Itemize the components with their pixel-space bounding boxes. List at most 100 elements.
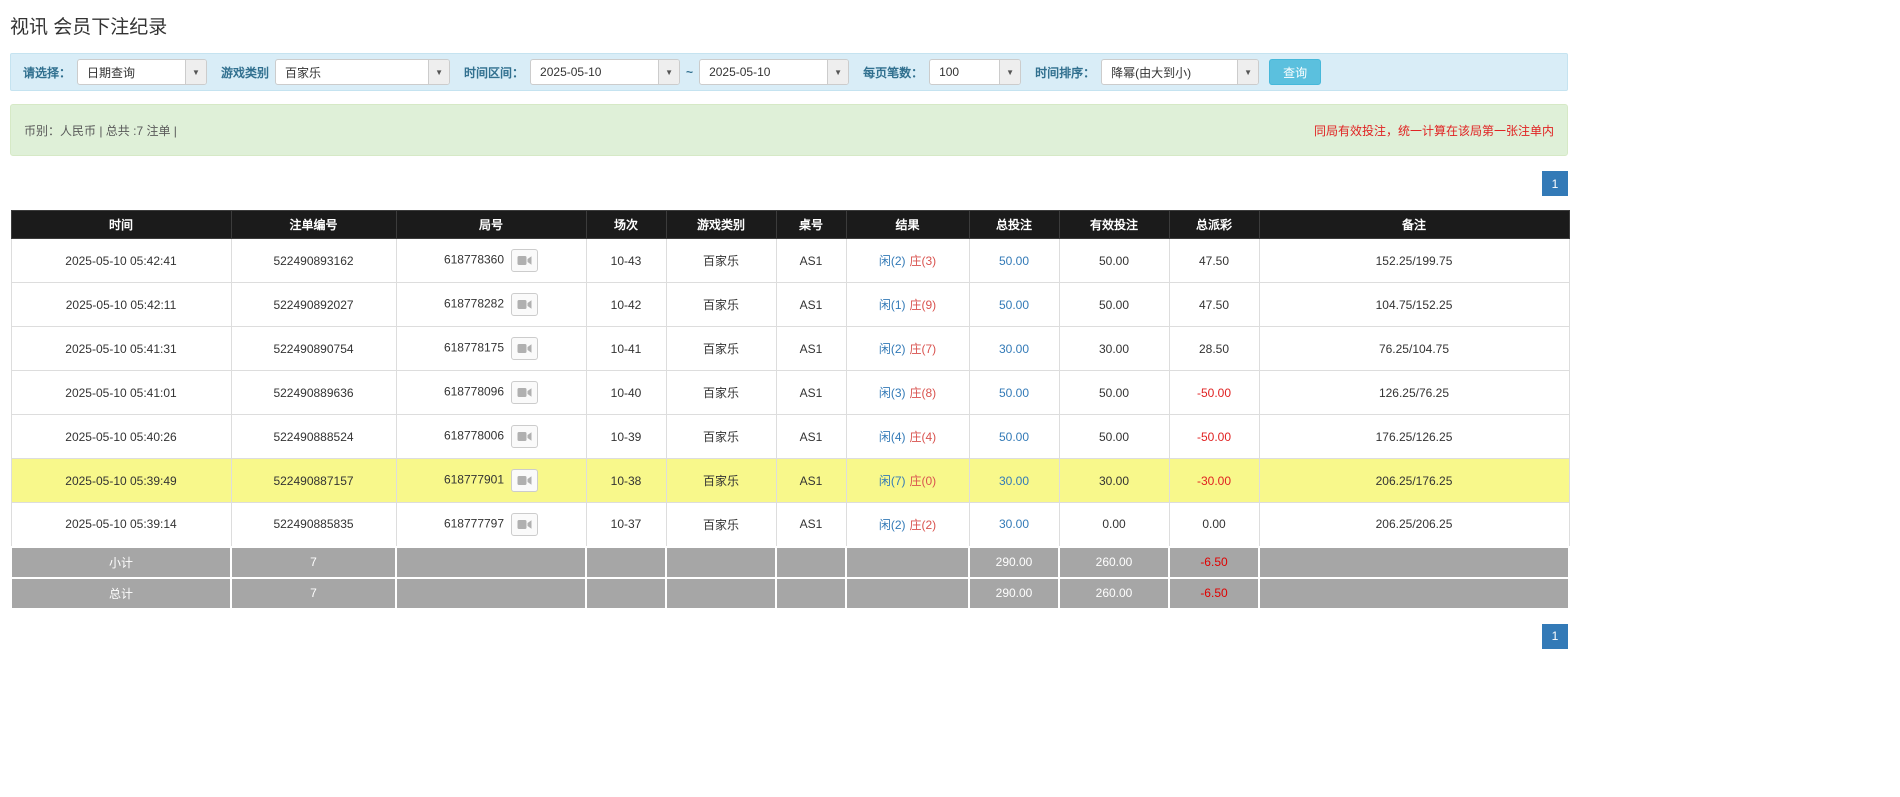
page-size-select[interactable]: 100 ▼: [929, 59, 1022, 85]
chevron-down-icon: ▼: [192, 67, 200, 77]
cell-time: 2025-05-10 05:41:31: [10, 326, 232, 371]
cell-total-bet: 30.00: [968, 326, 1060, 371]
cell-table-no: AS1: [775, 370, 847, 415]
total-row: 总计 7 290.00 260.00 -6.50: [10, 576, 1570, 610]
cell-session: 10-42: [585, 282, 667, 327]
cell-result: 闲(2) 庄(7): [845, 326, 970, 371]
cell-table-no: AS1: [775, 458, 847, 503]
page-title: 视讯 会员下注纪录: [10, 17, 168, 38]
query-type-caret-button[interactable]: ▼: [185, 60, 207, 84]
cell-round-no: 618778006: [395, 414, 587, 459]
col-round-no: 局号: [395, 210, 587, 239]
table-row: 2025-05-10 05:41:31 522490890754 6187781…: [10, 326, 1570, 371]
time-range-label: 时间区间：: [464, 65, 525, 80]
total-bet-link[interactable]: 30.00: [999, 474, 1029, 488]
cell-total-bet: 50.00: [968, 282, 1060, 327]
video-playback-button[interactable]: [511, 425, 539, 448]
cell-payout: 47.50: [1168, 282, 1260, 327]
cell-game-type: 百家乐: [665, 458, 777, 503]
video-playback-button[interactable]: [511, 469, 539, 492]
cell-table-no: AS1: [775, 282, 847, 327]
time-sort-caret-button[interactable]: ▼: [1237, 60, 1259, 84]
range-separator: ~: [686, 65, 694, 79]
game-type-select[interactable]: 百家乐 ▼: [275, 59, 451, 85]
total-bet-link[interactable]: 30.00: [999, 517, 1029, 531]
cell-bet-no: 522490893162: [230, 238, 397, 283]
date-to-select[interactable]: 2025-05-10 ▼: [699, 59, 850, 85]
cell-valid-bet: 0.00: [1058, 502, 1170, 547]
select-label: 请选择：: [23, 65, 72, 80]
total-valid-bet: 260.00: [1058, 576, 1170, 610]
cell-payout: 47.50: [1168, 238, 1260, 283]
cell-note: 206.25/176.25: [1258, 458, 1570, 503]
video-camera-icon: [517, 432, 532, 441]
col-note: 备注: [1258, 210, 1570, 239]
subtotal-label: 小计: [10, 545, 232, 579]
result-player: 闲(1): [878, 298, 906, 312]
summary-notice: 同局有效投注，统一计算在该局第一张注单内: [1313, 123, 1554, 138]
total-bet-link[interactable]: 50.00: [999, 430, 1029, 444]
round-no-text: 618778282: [443, 296, 505, 311]
page-1-button[interactable]: 1: [1542, 171, 1568, 196]
table-row: 2025-05-10 05:41:01 522490889636 6187780…: [10, 370, 1570, 415]
query-type-value: 日期查询: [87, 65, 136, 80]
game-type-caret-button[interactable]: ▼: [428, 60, 450, 84]
total-bet-link[interactable]: 50.00: [999, 386, 1029, 400]
cell-session: 10-40: [585, 370, 667, 415]
cell-result: 闲(2) 庄(3): [845, 238, 970, 283]
result-banker: 庄(9): [909, 298, 937, 312]
subtotal-row: 小计 7 290.00 260.00 -6.50: [10, 545, 1570, 579]
page-1-button[interactable]: 1: [1542, 623, 1568, 649]
cell-round-no: 618778096: [395, 370, 587, 415]
cell-note: 152.25/199.75: [1258, 238, 1570, 283]
cell-session: 10-41: [585, 326, 667, 371]
cell-game-type: 百家乐: [665, 502, 777, 547]
cell-bet-no: 522490889636: [230, 370, 397, 415]
cell-round-no: 618777797: [395, 502, 587, 547]
cell-game-type: 百家乐: [665, 370, 777, 415]
video-camera-icon: [517, 256, 532, 265]
cell-total-bet: 30.00: [968, 502, 1060, 547]
cell-note: 176.25/126.25: [1258, 414, 1570, 459]
date-from-caret-button[interactable]: ▼: [658, 60, 680, 84]
cell-game-type: 百家乐: [665, 282, 777, 327]
cell-result: 闲(2) 庄(2): [845, 502, 970, 547]
cell-payout: 0.00: [1168, 502, 1260, 547]
time-sort-select[interactable]: 降幂(由大到小) ▼: [1101, 59, 1260, 85]
cell-session: 10-39: [585, 414, 667, 459]
cell-game-type: 百家乐: [665, 326, 777, 371]
cell-note: 76.25/104.75: [1258, 326, 1570, 371]
video-playback-button[interactable]: [511, 293, 539, 316]
video-playback-button[interactable]: [511, 337, 539, 360]
filter-bar: 请选择： 日期查询 ▼ 游戏类别 百家乐 ▼ 时间区间： 2025-05-10 …: [10, 53, 1568, 91]
pagination-bottom: 1: [10, 623, 1568, 649]
video-playback-button[interactable]: [511, 249, 539, 272]
table-footer: 小计 7 290.00 260.00 -6.50 总计 7 290.00 260…: [10, 545, 1570, 610]
total-bet-link[interactable]: 30.00: [999, 342, 1029, 356]
date-from-select[interactable]: 2025-05-10 ▼: [530, 59, 681, 85]
round-no-text: 618778096: [443, 384, 505, 399]
page-size-caret-button[interactable]: ▼: [999, 60, 1021, 84]
cell-game-type: 百家乐: [665, 238, 777, 283]
table-body: 2025-05-10 05:42:41 522490893162 6187783…: [10, 238, 1570, 547]
round-no-text: 618778360: [443, 252, 505, 267]
chevron-down-icon: ▼: [665, 67, 673, 77]
total-count: 7: [230, 576, 397, 610]
cell-game-type: 百家乐: [665, 414, 777, 459]
table-row: 2025-05-10 05:40:26 522490888524 6187780…: [10, 414, 1570, 459]
col-session: 场次: [585, 210, 667, 239]
result-player: 闲(2): [878, 254, 906, 268]
total-bet-link[interactable]: 50.00: [999, 254, 1029, 268]
search-button[interactable]: 查询: [1269, 59, 1322, 85]
query-type-select[interactable]: 日期查询 ▼: [77, 59, 208, 85]
total-bet-link[interactable]: 50.00: [999, 298, 1029, 312]
table-row: 2025-05-10 05:42:11 522490892027 6187782…: [10, 282, 1570, 327]
video-playback-button[interactable]: [511, 512, 539, 536]
bet-records-table: 时间 注单编号 局号 场次 游戏类别 桌号 结果 总投注 有效投注 总派彩 备注…: [10, 210, 1570, 610]
date-to-caret-button[interactable]: ▼: [827, 60, 849, 84]
cell-valid-bet: 30.00: [1058, 326, 1170, 371]
date-from-value: 2025-05-10: [540, 65, 602, 79]
round-no-text: 618777797: [443, 516, 505, 531]
video-playback-button[interactable]: [511, 381, 539, 404]
video-camera-icon: [517, 476, 532, 485]
